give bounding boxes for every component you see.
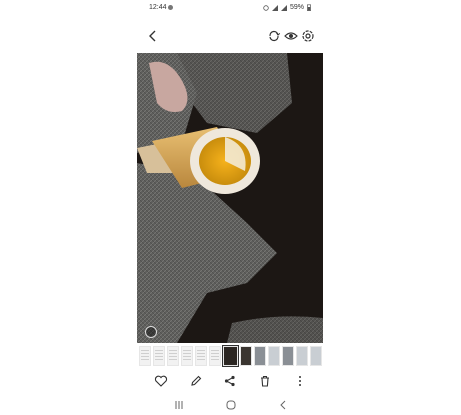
trash-icon[interactable] bbox=[258, 374, 272, 388]
rotate-icon[interactable] bbox=[267, 29, 281, 43]
thumbnail[interactable] bbox=[240, 346, 252, 366]
notification-dot-icon bbox=[168, 5, 173, 10]
share-icon[interactable] bbox=[223, 374, 237, 388]
thumbnail[interactable] bbox=[167, 346, 179, 366]
photo-image bbox=[137, 53, 323, 343]
thumbnail[interactable] bbox=[181, 346, 193, 366]
status-time: 12:44 bbox=[149, 4, 167, 11]
edit-icon[interactable] bbox=[189, 374, 203, 388]
system-nav-bar bbox=[137, 397, 323, 413]
viewer-top-bar bbox=[137, 26, 323, 48]
heart-icon[interactable] bbox=[154, 374, 168, 388]
status-indicators: 59% bbox=[263, 4, 311, 11]
back-icon[interactable] bbox=[145, 28, 161, 44]
alarm-icon bbox=[263, 4, 269, 11]
photo-view[interactable] bbox=[137, 53, 323, 343]
thumbnail[interactable] bbox=[296, 346, 308, 366]
more-icon[interactable] bbox=[293, 374, 307, 388]
thumbnail[interactable] bbox=[139, 346, 151, 366]
thumbnail[interactable] bbox=[310, 346, 322, 366]
thumbnail-strip bbox=[137, 345, 323, 367]
remaster-icon[interactable] bbox=[145, 326, 157, 338]
action-bar bbox=[137, 372, 323, 390]
thumbnail[interactable] bbox=[268, 346, 280, 366]
thumbnail[interactable] bbox=[282, 346, 294, 366]
status-bar: 12:44 59% bbox=[137, 0, 323, 18]
nav-back-icon[interactable] bbox=[277, 399, 289, 411]
signal-icon-2 bbox=[280, 4, 287, 11]
thumbnail[interactable] bbox=[153, 346, 165, 366]
thumbnail[interactable] bbox=[254, 346, 266, 366]
battery-icon bbox=[307, 4, 311, 11]
home-icon[interactable] bbox=[225, 399, 237, 411]
battery-percent: 59% bbox=[289, 4, 304, 11]
thumbnail[interactable] bbox=[209, 346, 221, 366]
settings-icon[interactable] bbox=[301, 29, 315, 43]
thumbnail-selected[interactable] bbox=[222, 345, 239, 367]
thumbnail[interactable] bbox=[195, 346, 207, 366]
eye-icon[interactable] bbox=[284, 29, 298, 43]
phone-screen: 12:44 59% bbox=[137, 0, 323, 415]
signal-icon bbox=[271, 4, 278, 11]
recent-apps-icon[interactable] bbox=[173, 399, 185, 411]
